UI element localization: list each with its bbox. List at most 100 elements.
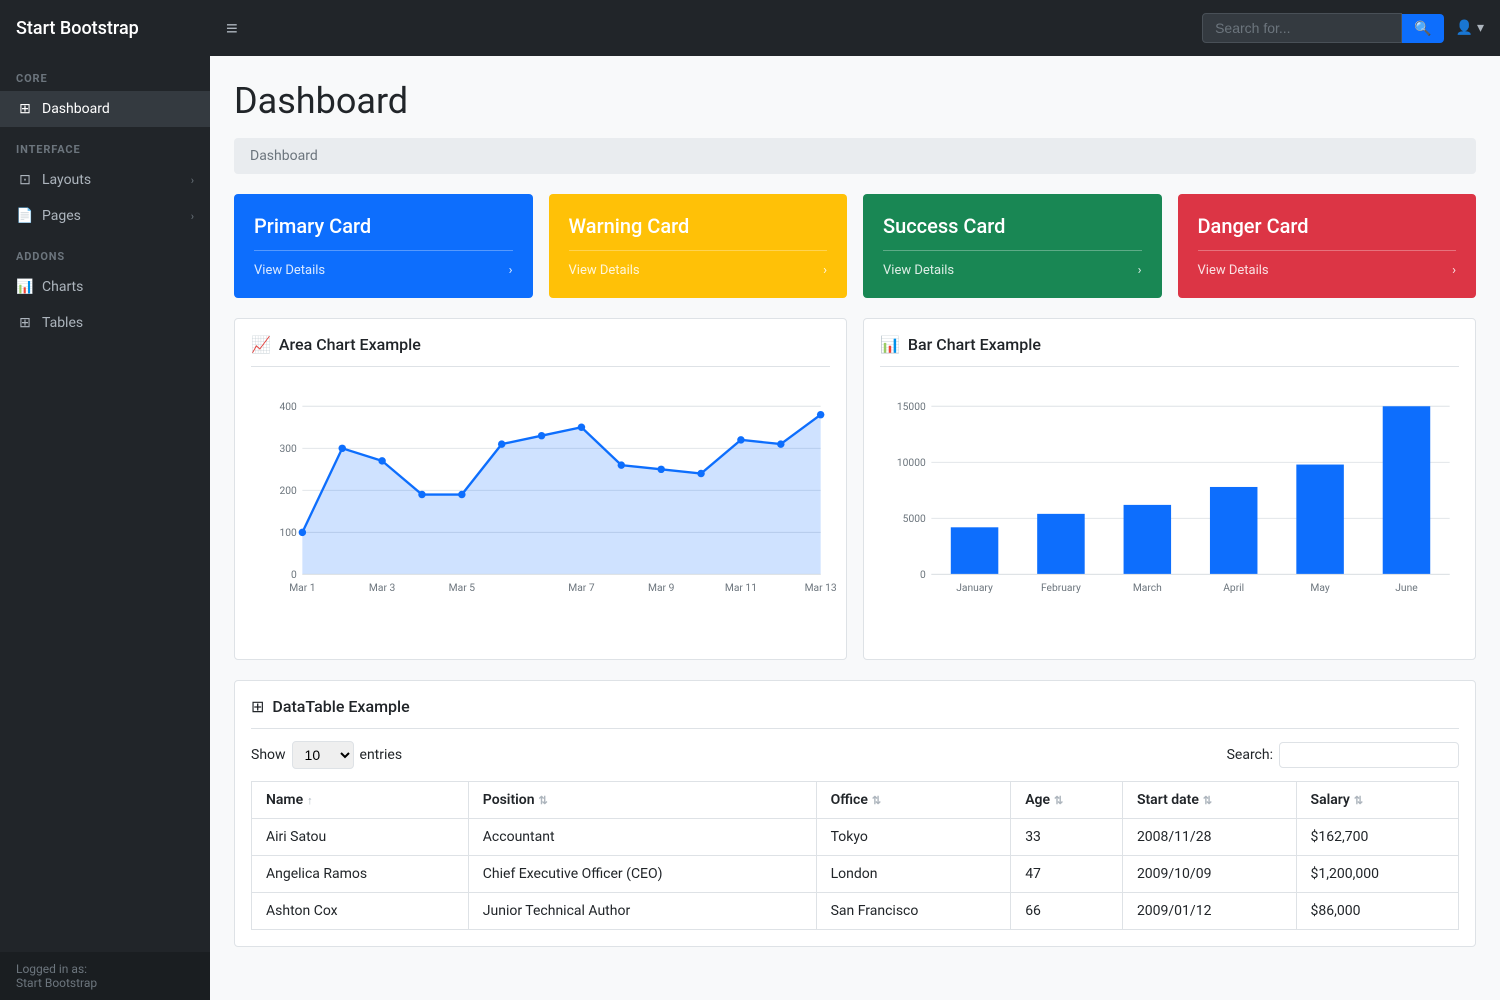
svg-text:February: February (1041, 581, 1081, 594)
col-header-position[interactable]: Position⇅ (468, 782, 816, 819)
area-chart-svg: 0100200300400Mar 1Mar 3Mar 5Mar 7Mar 9Ma… (251, 379, 830, 639)
col-header-salary[interactable]: Salary⇅ (1296, 782, 1458, 819)
table-cell: 2008/11/28 (1122, 819, 1296, 856)
table-search-input[interactable] (1279, 742, 1459, 768)
stat-card-link-success[interactable]: View Details › (883, 263, 1142, 278)
datatable-card: ⊞ DataTable Example Show 10 25 50 100 en… (234, 680, 1476, 947)
svg-text:100: 100 (279, 526, 297, 539)
user-dropdown-arrow: ▾ (1477, 20, 1484, 36)
svg-text:5000: 5000 (903, 512, 926, 525)
stat-card-link-text-warning: View Details (569, 263, 640, 278)
area-chart-card: 📈 Area Chart Example 0100200300400Mar 1M… (234, 318, 847, 660)
table-cell: London (816, 856, 1011, 893)
sidebar-item-charts[interactable]: 📊 Charts (0, 269, 210, 305)
footer-line2: Start Bootstrap (16, 976, 194, 990)
sidebar-item-arrow-pages: › (191, 210, 194, 223)
stat-card-link-primary[interactable]: View Details › (254, 263, 513, 278)
search-input[interactable] (1202, 13, 1402, 43)
sort-icon: ↑ (307, 794, 313, 807)
stat-card-link-text-primary: View Details (254, 263, 325, 278)
sidebar-item-layouts[interactable]: ⊡ Layouts › (0, 162, 210, 198)
user-icon: 👤 (1456, 20, 1473, 36)
sidebar-item-label-charts: Charts (42, 279, 194, 295)
svg-text:Mar 3: Mar 3 (369, 581, 396, 594)
stat-card-divider-warning (569, 250, 828, 251)
table-cell: Chief Executive Officer (CEO) (468, 856, 816, 893)
datatable-icon: ⊞ (251, 697, 264, 716)
sidebar-section-interface: INTERFACE (0, 127, 210, 162)
stat-card-link-arrow-warning: › (823, 263, 827, 278)
show-label: Show (251, 747, 286, 763)
svg-text:Mar 9: Mar 9 (648, 581, 675, 594)
table-row: Angelica RamosChief Executive Officer (C… (252, 856, 1459, 893)
svg-text:0: 0 (291, 568, 297, 581)
col-header-name[interactable]: Name↑ (252, 782, 469, 819)
table-cell: 47 (1011, 856, 1123, 893)
sort-icon: ⇅ (872, 794, 881, 807)
col-header-office[interactable]: Office⇅ (816, 782, 1011, 819)
col-header-start-date[interactable]: Start date⇅ (1122, 782, 1296, 819)
svg-text:Mar 13: Mar 13 (805, 581, 837, 594)
user-menu[interactable]: 👤 ▾ (1456, 20, 1484, 36)
sidebar-item-pages[interactable]: 📄 Pages › (0, 198, 210, 234)
tables-icon: ⊞ (16, 315, 34, 331)
sidebar-section-core: CORE (0, 56, 210, 91)
stat-card-title-success: Success Card (883, 214, 1142, 238)
svg-text:200: 200 (279, 484, 297, 497)
layouts-icon: ⊡ (16, 172, 34, 188)
stat-card-link-warning[interactable]: View Details › (569, 263, 828, 278)
entries-select[interactable]: 10 25 50 100 (292, 741, 354, 769)
breadcrumb: Dashboard (234, 138, 1476, 174)
stat-card-success: Success Card View Details › (863, 194, 1162, 298)
table-cell: Airi Satou (252, 819, 469, 856)
stat-card-link-arrow-success: › (1138, 263, 1142, 278)
svg-text:15000: 15000 (897, 400, 926, 413)
table-cell: Ashton Cox (252, 893, 469, 930)
stat-card-divider-success (883, 250, 1142, 251)
table-cell: $1,200,000 (1296, 856, 1458, 893)
col-header-age[interactable]: Age⇅ (1011, 782, 1123, 819)
table-search-label: Search: (1227, 747, 1273, 763)
stat-card-divider-primary (254, 250, 513, 251)
stat-card-title-warning: Warning Card (569, 214, 828, 238)
sort-icon: ⇅ (1354, 794, 1363, 807)
search-form: 🔍 (1202, 13, 1443, 43)
main-content: Dashboard Dashboard Primary Card View De… (210, 56, 1500, 1000)
table-controls: Show 10 25 50 100 entries Search: (251, 741, 1459, 769)
area-chart-title: 📈 Area Chart Example (251, 335, 830, 367)
svg-text:Mar 7: Mar 7 (568, 581, 595, 594)
stat-card-link-text-danger: View Details (1198, 263, 1269, 278)
sidebar-item-label-dashboard: Dashboard (42, 101, 194, 117)
sidebar-item-tables[interactable]: ⊞ Tables (0, 305, 210, 341)
table-cell: $162,700 (1296, 819, 1458, 856)
stat-card-link-danger[interactable]: View Details › (1198, 263, 1457, 278)
svg-text:May: May (1310, 581, 1329, 594)
data-table: Name↑Position⇅Office⇅Age⇅Start date⇅Sala… (251, 781, 1459, 930)
area-chart-icon: 📈 (251, 335, 271, 354)
footer-line1: Logged in as: (16, 962, 194, 976)
sidebar-item-label-pages: Pages (42, 208, 183, 224)
svg-text:300: 300 (279, 442, 297, 455)
brand-logo: Start Bootstrap (16, 18, 226, 39)
sidebar-toggle[interactable]: ≡ (226, 16, 238, 41)
svg-text:Mar 11: Mar 11 (725, 581, 757, 594)
sidebar: CORE⊞ Dashboard INTERFACE⊡ Layouts ›📄 Pa… (0, 56, 210, 1000)
table-cell: 2009/01/12 (1122, 893, 1296, 930)
table-cell: Junior Technical Author (468, 893, 816, 930)
svg-text:Mar 1: Mar 1 (289, 581, 315, 594)
svg-text:June: June (1395, 581, 1418, 594)
stat-card-divider-danger (1198, 250, 1457, 251)
stat-cards-row: Primary Card View Details › Warning Card… (234, 194, 1476, 298)
svg-text:0: 0 (920, 568, 926, 581)
table-search-wrap: Search: (1227, 742, 1459, 768)
page-title: Dashboard (234, 80, 1476, 122)
table-cell: 2009/10/09 (1122, 856, 1296, 893)
sidebar-item-dashboard[interactable]: ⊞ Dashboard (0, 91, 210, 127)
search-button[interactable]: 🔍 (1402, 14, 1443, 43)
svg-text:10000: 10000 (897, 456, 926, 469)
sort-icon: ⇅ (539, 794, 548, 807)
entries-label: entries (360, 747, 403, 763)
table-cell: 66 (1011, 893, 1123, 930)
stat-card-link-text-success: View Details (883, 263, 954, 278)
svg-text:Mar 5: Mar 5 (449, 581, 476, 594)
